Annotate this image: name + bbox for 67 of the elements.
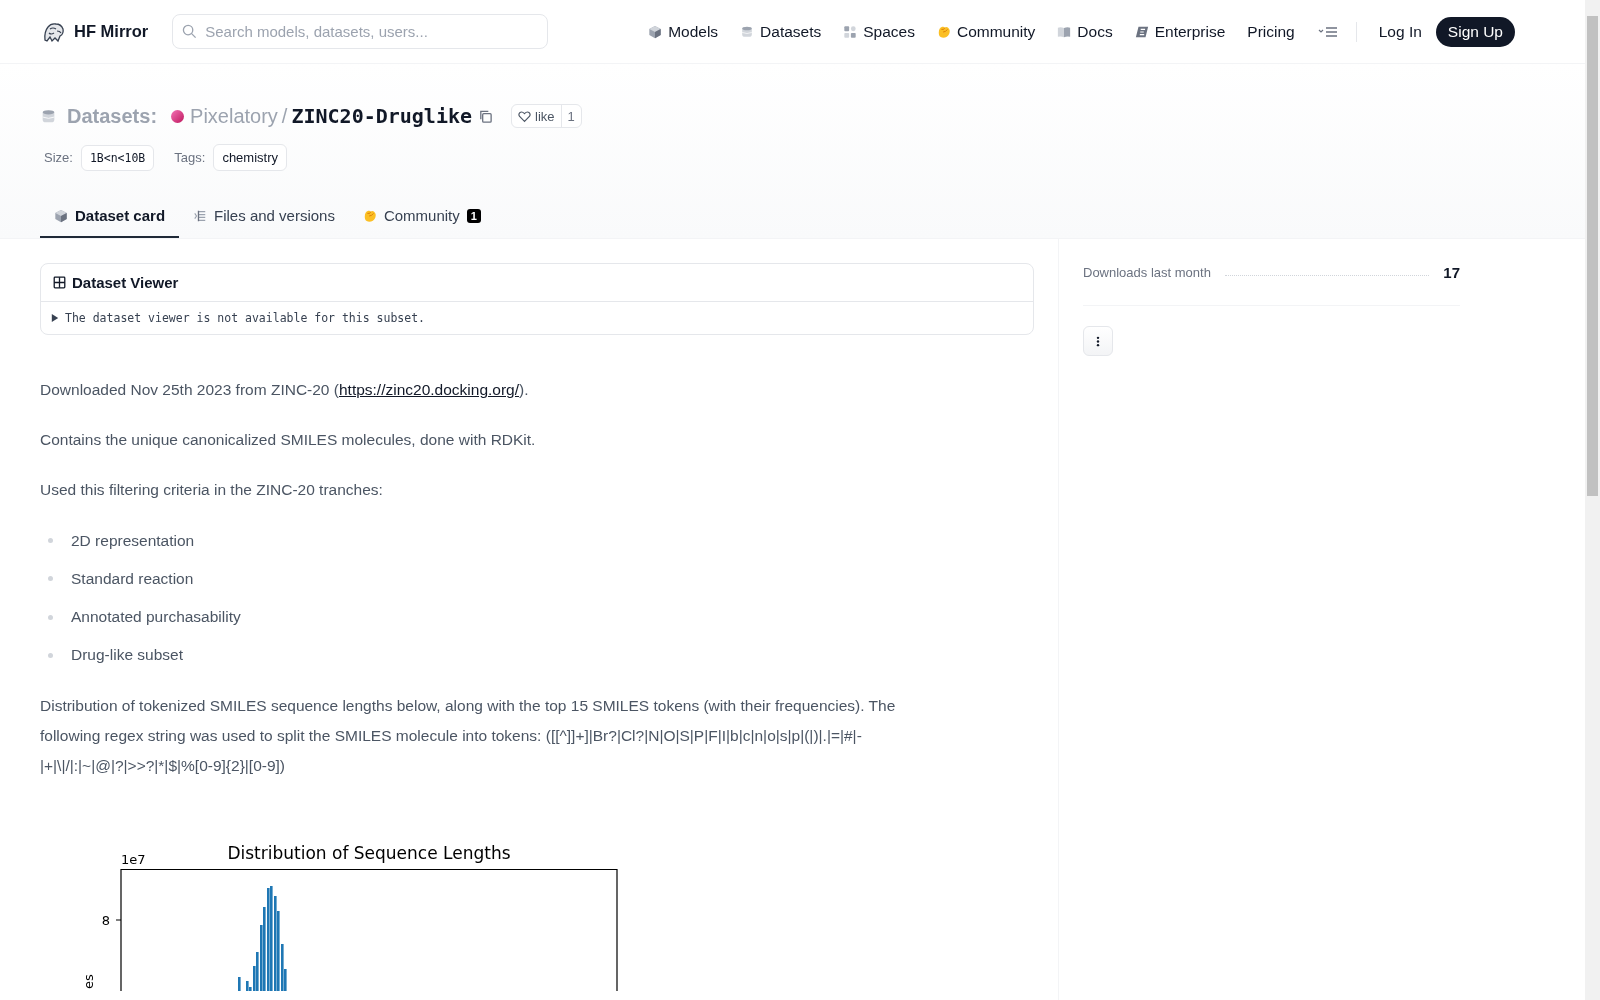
size-tag[interactable]: 1B<n<10B — [80, 144, 155, 171]
more-icon — [1096, 335, 1100, 347]
nav-link[interactable]: Datasets — [729, 22, 833, 41]
viewer-message: The dataset viewer is not available for this subset. — [65, 311, 426, 325]
table-icon — [53, 276, 66, 289]
axis-offset-label: 1e7 — [121, 852, 146, 868]
list-item: 2D representation — [71, 530, 195, 551]
database-icon — [40, 107, 57, 125]
badge-icon — [1134, 24, 1149, 39]
expand-icon[interactable] — [51, 314, 59, 322]
tag[interactable]: chemistry — [213, 144, 287, 171]
downloads-count: 17 — [1443, 263, 1460, 281]
axis-label: es — [81, 974, 96, 990]
search-field[interactable]: Search models, datasets, users... — [172, 14, 549, 49]
tags-label: Tags: — [174, 150, 206, 165]
link[interactable]: https://zinc20.docking.org/ — [338, 381, 520, 398]
list-item: Drug-like subset — [71, 645, 183, 666]
list-item: Standard reaction — [71, 568, 194, 589]
nav-link[interactable]: Spaces — [832, 22, 926, 41]
signup-button[interactable]: Sign Up — [1435, 16, 1515, 47]
more-button[interactable] — [1083, 326, 1113, 356]
paragraph: Contains the unique canonicalized SMILES molecules, done with RDKit. — [40, 430, 537, 451]
dataset-name: ZINC20-Druglike — [291, 104, 473, 128]
paragraph: Distribution of tokenized SMILES sequence lengths below, along with the top 15 SMILES tokens (with their frequencies). The following regex string was used to split the SMILES molecule into tokens: ([[^]]+]|Br?|Cl?|N|O|S|P|F|I|b|c|n|o|s|p|(|)|.|=|#|-|+|\|/|:|~|@|?|>>?|*|$|%[0-9]{2}|[0-9]) — [40, 695, 897, 776]
database-icon — [740, 24, 755, 39]
like-button[interactable]: like — [512, 105, 561, 127]
bullet-icon — [48, 652, 53, 658]
path-separator: / — [281, 104, 288, 128]
scrollbar-thumb[interactable] — [1587, 16, 1598, 496]
panel-title: Dataset Viewer — [72, 274, 179, 291]
nav-link[interactable]: Models — [637, 22, 730, 41]
login-link[interactable]: Log In — [1364, 22, 1436, 41]
hands-icon — [362, 208, 377, 223]
site-name[interactable]: HF Mirror — [74, 22, 149, 41]
copy-icon[interactable] — [478, 108, 494, 124]
nav-link[interactable]: Docs — [1046, 22, 1124, 41]
book-icon — [1057, 24, 1072, 39]
nav-link[interactable]: Pricing — [1236, 22, 1306, 41]
chart-title: Distribution of Sequence Lengths — [227, 843, 511, 864]
tick-mark — [115, 919, 122, 921]
repo-type: Datasets: — [67, 104, 158, 128]
bullet-icon — [48, 538, 53, 544]
downloads-label: Downloads last month — [1083, 264, 1211, 280]
hands-icon — [936, 24, 951, 39]
tick-label: 8 — [101, 913, 110, 929]
nav-link[interactable]: Community — [925, 22, 1047, 41]
menu-icon[interactable] — [1317, 25, 1338, 38]
paragraph: Downloaded Nov 25th 2023 from ZINC-20 (https://zinc20.docking.org/). — [40, 380, 530, 400]
list-item: Annotated purchasability — [71, 607, 241, 628]
like-count: 1 — [560, 105, 581, 127]
search-icon — [182, 24, 198, 39]
paragraph: Used this filtering criteria in the ZINC-20 tranches: — [40, 480, 384, 501]
grid-icon — [843, 24, 858, 39]
heart-icon — [518, 109, 532, 123]
nav-link[interactable]: Enterprise — [1123, 22, 1237, 41]
cube-icon — [54, 208, 68, 223]
tab[interactable]: Community 1 — [348, 195, 495, 238]
cube-icon — [648, 24, 663, 39]
size-label: Size: — [44, 150, 73, 165]
owner-avatar — [171, 109, 185, 123]
tab[interactable]: Files and versions — [179, 195, 349, 238]
histogram-bar — [238, 977, 241, 992]
bullet-icon — [48, 576, 53, 582]
tab[interactable]: Dataset card — [40, 195, 180, 238]
files-icon — [193, 208, 208, 223]
bullet-icon — [48, 614, 53, 620]
count-badge: 1 — [466, 208, 481, 223]
